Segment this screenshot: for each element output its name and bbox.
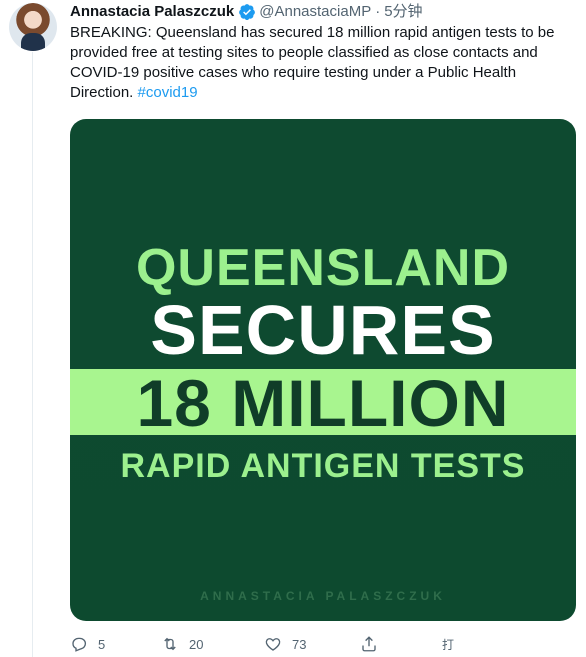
media-headline-amount: 18 MILLION [136,366,510,440]
retweet-button[interactable]: 20 [161,632,264,656]
user-handle[interactable]: @AnnastaciaMP [259,2,371,22]
reply-count: 5 [98,636,106,652]
hashtag-link[interactable]: #covid19 [138,84,198,101]
heart-icon [265,638,281,651]
tweet-text: BREAKING: Queensland has secured 18 mill… [70,23,562,103]
thread-line [32,52,33,657]
verified-badge-icon [238,3,256,21]
media-credit: ANNASTACIA PALASZCZUK [200,589,446,603]
like-button[interactable]: 73 [264,632,360,656]
avatar[interactable] [9,3,57,51]
display-name[interactable]: Annastacia Palaszczuk [70,2,234,22]
media-headline-queensland: QUEENSLAND [135,239,511,297]
share-icon [362,636,376,652]
retweet-icon [164,637,176,651]
extra-action[interactable]: 打 [442,632,502,656]
extra-action-label: 打 [442,637,455,652]
media-headline-secures: SECURES [150,291,496,369]
timestamp[interactable]: 5分钟 [384,2,422,22]
tweet-media-image[interactable]: QUEENSLAND SECURES 18 MILLION RAPID ANTI… [70,119,576,621]
tweet-card[interactable]: Annastacia Palaszczuk @AnnastaciaMP · 5分… [0,0,586,657]
reply-button[interactable]: 5 [70,632,161,656]
retweet-count: 20 [189,636,204,652]
separator-dot: · [375,3,381,20]
reply-icon [72,637,87,652]
tweet-header: Annastacia Palaszczuk @AnnastaciaMP · 5分… [70,2,423,22]
share-button[interactable] [360,632,445,656]
media-headline-tests: RAPID ANTIGEN TESTS [120,447,526,485]
like-count: 73 [292,636,307,652]
